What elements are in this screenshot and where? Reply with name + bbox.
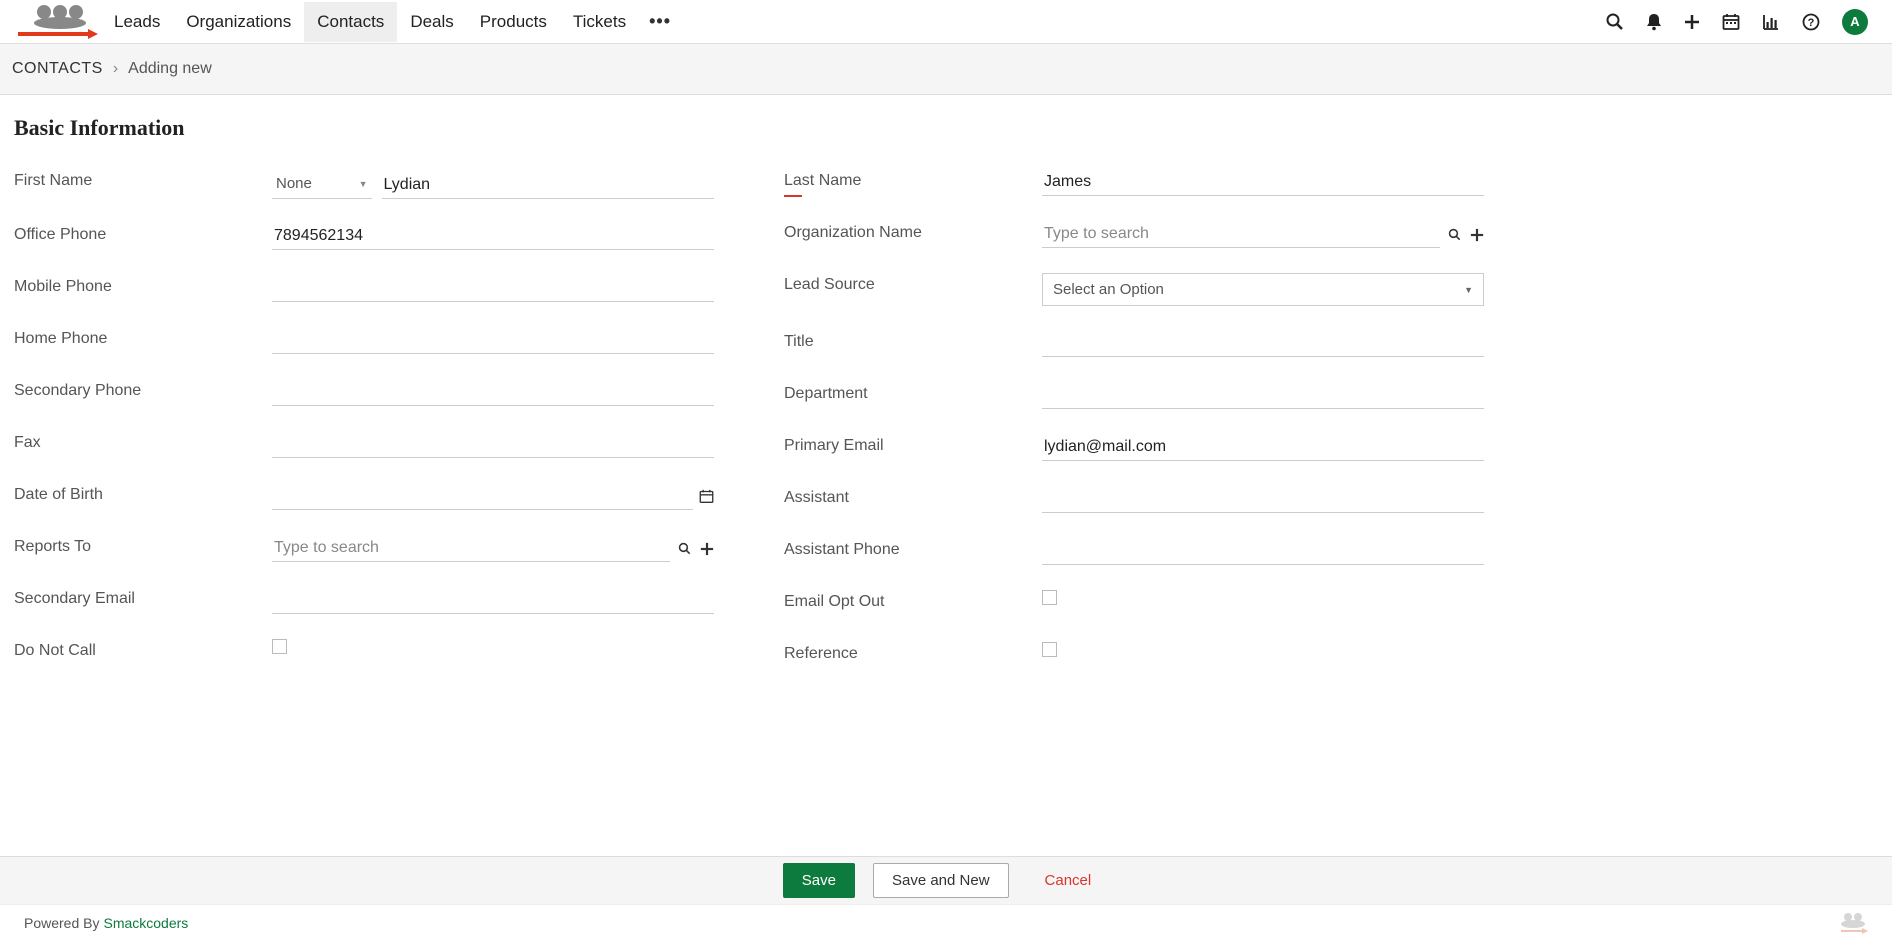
label-assistant: Assistant bbox=[784, 486, 1042, 507]
help-icon[interactable]: ? bbox=[1802, 13, 1820, 31]
label-first-name: First Name bbox=[14, 169, 272, 190]
label-org-name: Organization Name bbox=[784, 221, 1042, 242]
label-dob: Date of Birth bbox=[14, 483, 272, 504]
org-name-input[interactable] bbox=[1042, 221, 1440, 248]
chevron-down-icon: ▼ bbox=[359, 179, 368, 189]
bell-icon[interactable] bbox=[1646, 13, 1662, 31]
assistant-phone-input[interactable] bbox=[1042, 538, 1484, 565]
cancel-button[interactable]: Cancel bbox=[1027, 864, 1110, 897]
footer-logo-icon bbox=[1838, 912, 1868, 934]
action-bar: Save Save and New Cancel bbox=[0, 856, 1892, 904]
secondary-phone-input[interactable] bbox=[272, 379, 714, 406]
last-name-input[interactable] bbox=[1042, 169, 1484, 196]
breadcrumb: CONTACTS › Adding new bbox=[0, 44, 1892, 95]
first-name-input[interactable] bbox=[382, 172, 715, 199]
svg-text:?: ? bbox=[1808, 17, 1815, 29]
breadcrumb-current: Adding new bbox=[128, 60, 212, 78]
plus-icon[interactable] bbox=[700, 542, 714, 556]
footer-text: Powered By bbox=[24, 915, 99, 931]
mobile-phone-input[interactable] bbox=[272, 275, 714, 302]
label-do-not-call: Do Not Call bbox=[14, 639, 272, 660]
office-phone-input[interactable] bbox=[272, 223, 714, 250]
user-avatar[interactable]: A bbox=[1842, 9, 1868, 35]
nav-tab-products[interactable]: Products bbox=[467, 2, 560, 42]
section-title: Basic Information bbox=[14, 115, 1878, 141]
label-secondary-phone: Secondary Phone bbox=[14, 379, 272, 400]
dob-input[interactable] bbox=[272, 483, 693, 510]
nav-tab-organizations[interactable]: Organizations bbox=[173, 2, 304, 42]
label-reports-to: Reports To bbox=[14, 535, 272, 556]
salutation-value: None bbox=[276, 175, 312, 192]
secondary-email-input[interactable] bbox=[272, 587, 714, 614]
reference-checkbox[interactable] bbox=[1042, 642, 1057, 657]
label-office-phone: Office Phone bbox=[14, 223, 272, 244]
label-home-phone: Home Phone bbox=[14, 327, 272, 348]
fax-input[interactable] bbox=[272, 431, 714, 458]
plus-icon[interactable] bbox=[1684, 14, 1700, 30]
salutation-select[interactable]: None ▼ bbox=[272, 169, 372, 199]
search-icon[interactable] bbox=[1448, 228, 1462, 242]
assistant-input[interactable] bbox=[1042, 486, 1484, 513]
label-last-name: Last Name bbox=[784, 169, 1042, 197]
title-input[interactable] bbox=[1042, 330, 1484, 357]
lead-source-select[interactable]: Select an Option ▼ bbox=[1042, 273, 1484, 306]
breadcrumb-root[interactable]: CONTACTS bbox=[12, 60, 103, 78]
form-content: Basic Information First Name None ▼ Offi… bbox=[0, 95, 1892, 852]
app-logo[interactable] bbox=[6, 2, 101, 42]
chevron-down-icon: ▼ bbox=[1464, 285, 1473, 295]
label-reference: Reference bbox=[784, 642, 1042, 663]
nav-icons: ? A bbox=[1606, 9, 1884, 35]
label-assistant-phone: Assistant Phone bbox=[784, 538, 1042, 559]
calendar-icon[interactable] bbox=[699, 489, 714, 504]
save-and-new-button[interactable]: Save and New bbox=[873, 863, 1009, 898]
label-secondary-email: Secondary Email bbox=[14, 587, 272, 608]
calendar-icon[interactable] bbox=[1722, 13, 1740, 31]
nav-tabs: Leads Organizations Contacts Deals Produ… bbox=[101, 2, 681, 42]
nav-tab-tickets[interactable]: Tickets bbox=[560, 2, 639, 42]
nav-more[interactable]: ••• bbox=[639, 3, 681, 40]
label-primary-email: Primary Email bbox=[784, 434, 1042, 455]
email-opt-out-checkbox[interactable] bbox=[1042, 590, 1057, 605]
search-icon[interactable] bbox=[678, 542, 692, 556]
reports-to-input[interactable] bbox=[272, 535, 670, 562]
label-lead-source: Lead Source bbox=[784, 273, 1042, 294]
nav-tab-contacts[interactable]: Contacts bbox=[304, 2, 397, 42]
label-department: Department bbox=[784, 382, 1042, 403]
plus-icon[interactable] bbox=[1470, 228, 1484, 242]
label-mobile-phone: Mobile Phone bbox=[14, 275, 272, 296]
chevron-right-icon: › bbox=[113, 60, 118, 78]
footer-link[interactable]: Smackcoders bbox=[103, 915, 188, 931]
home-phone-input[interactable] bbox=[272, 327, 714, 354]
label-title: Title bbox=[784, 330, 1042, 351]
primary-email-input[interactable] bbox=[1042, 434, 1484, 461]
label-email-opt-out: Email Opt Out bbox=[784, 590, 1042, 611]
footer: Powered By Smackcoders bbox=[0, 904, 1892, 940]
lead-source-value: Select an Option bbox=[1053, 281, 1164, 298]
top-navigation: Leads Organizations Contacts Deals Produ… bbox=[0, 0, 1892, 44]
chart-icon[interactable] bbox=[1762, 13, 1780, 31]
nav-tab-deals[interactable]: Deals bbox=[397, 2, 466, 42]
nav-tab-leads[interactable]: Leads bbox=[101, 2, 173, 42]
save-button[interactable]: Save bbox=[783, 863, 855, 898]
do-not-call-checkbox[interactable] bbox=[272, 639, 287, 654]
label-fax: Fax bbox=[14, 431, 272, 452]
department-input[interactable] bbox=[1042, 382, 1484, 409]
search-icon[interactable] bbox=[1606, 13, 1624, 31]
